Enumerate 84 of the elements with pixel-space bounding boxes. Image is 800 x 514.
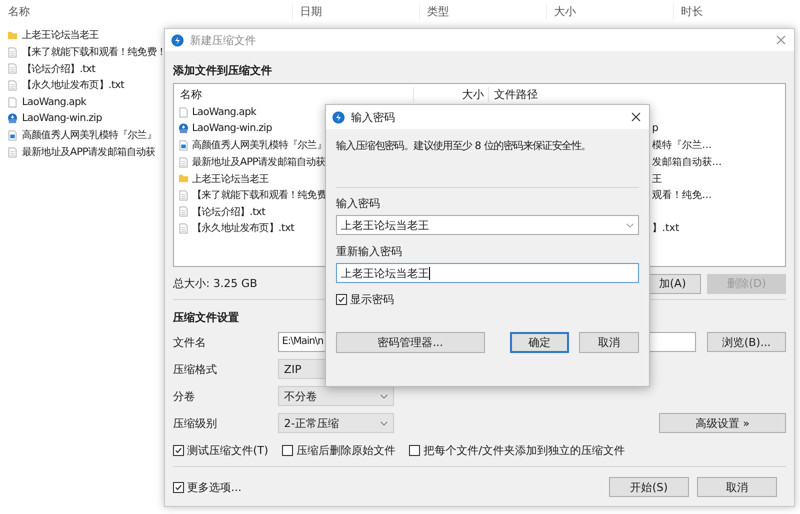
password-combobox[interactable]: 上老王论坛当老王 <box>336 215 639 235</box>
column-header[interactable]: 大小 <box>414 86 489 102</box>
archive-icon <box>7 113 18 124</box>
column-header[interactable]: 类型 <box>419 4 546 18</box>
chevron-down-icon <box>626 222 634 228</box>
file-path: 模特『尔兰... <box>652 140 712 152</box>
text-file-icon <box>7 80 18 91</box>
text-file-icon <box>178 206 189 218</box>
dialog-button[interactable]: 取消 <box>697 477 777 497</box>
dialog-button[interactable]: 开始(S) <box>609 477 689 497</box>
text-file-icon <box>7 146 18 158</box>
file-path: 】.txt <box>652 223 680 234</box>
dropdown[interactable]: 2-正常压缩 <box>278 413 394 433</box>
column-header[interactable]: 文件路径 <box>489 86 538 102</box>
text-file-icon <box>7 63 18 74</box>
message-text: 输入压缩包密码。建议使用至少 8 位的密码来保证安全性。 <box>336 139 592 154</box>
field-label: 压缩级别 <box>173 416 218 430</box>
window-title: 新建压缩文件 <box>190 32 257 48</box>
file-icon <box>178 106 189 118</box>
folder-icon <box>7 30 18 41</box>
file-icon <box>7 96 18 108</box>
dropdown[interactable]: 不分卷 <box>278 386 394 406</box>
text-file-icon <box>7 46 18 58</box>
file-name[interactable]: 高颜值秀人网美乳模特『尔兰』 <box>192 138 326 152</box>
checkbox[interactable] <box>173 482 184 492</box>
file-name[interactable]: 【来了就能下载和观看！纯免费！ <box>22 45 166 60</box>
column-header[interactable]: 时长 <box>673 4 800 18</box>
file-name[interactable]: 上老王论坛当老王 <box>22 28 99 42</box>
dialog-button[interactable]: 确定 <box>510 332 570 353</box>
app-icon <box>171 34 184 46</box>
text-file-icon <box>178 190 189 201</box>
file-name[interactable]: 【永久地址发布页】.txt <box>192 221 294 236</box>
dialog-button[interactable]: 密码管理器... <box>336 332 485 353</box>
app-icon <box>332 110 345 124</box>
column-header[interactable]: 名称 <box>0 4 292 18</box>
file-name[interactable]: 高颜值秀人网美乳模特『尔兰』 <box>22 128 156 142</box>
file-path: 观看！纯免... <box>652 190 712 202</box>
chevron-down-icon <box>380 394 388 398</box>
section-title: 添加文件到压缩文件 <box>173 63 273 79</box>
field-label: 压缩格式 <box>173 362 218 376</box>
chevron-down-icon <box>380 420 388 426</box>
image-file-icon <box>178 140 189 151</box>
checkbox[interactable] <box>173 444 184 456</box>
column-header[interactable]: 日期 <box>292 4 420 18</box>
file-name[interactable]: 【论坛介绍】.txt <box>192 204 266 219</box>
column-header[interactable]: 名称 <box>174 86 414 102</box>
file-name[interactable]: 【论坛介绍】.txt <box>22 62 96 76</box>
file-path: p <box>652 123 658 134</box>
checkbox-label[interactable]: 压缩后删除原始文件 <box>296 442 396 458</box>
text-file-icon <box>178 222 189 234</box>
text-file-icon <box>178 156 189 168</box>
checkbox-label[interactable]: 显示密码 <box>350 292 394 307</box>
file-path: 王 <box>652 174 662 185</box>
section-title: 压缩文件设置 <box>173 310 240 326</box>
file-name[interactable]: LaoWang-win.zip <box>192 123 272 134</box>
file-path: 发邮箱自动获... <box>652 157 722 168</box>
close-icon[interactable] <box>631 112 641 122</box>
file-name[interactable]: 【永久地址发布页】.txt <box>22 78 124 92</box>
file-name[interactable]: 上老王论坛当老王 <box>192 172 269 186</box>
file-name[interactable]: LaoWang.apk <box>192 106 256 118</box>
column-header[interactable]: 大小 <box>546 4 674 18</box>
checkbox-label[interactable]: 把每个文件/文件夹添加到独立的压缩文件 <box>423 442 626 458</box>
total-size: 总大小: 3.25 GB <box>173 276 258 291</box>
file-name[interactable]: 最新地址及APP请发邮箱自动获 <box>192 155 326 170</box>
field-label: 重新输入密码 <box>336 244 403 260</box>
checkbox[interactable] <box>282 444 294 456</box>
dialog-title: 输入密码 <box>351 110 396 124</box>
password-field[interactable]: 上老王论坛当老王 <box>336 263 639 283</box>
field-label: 输入密码 <box>336 196 381 212</box>
dialog-button[interactable]: 取消 <box>579 332 640 353</box>
checkbox[interactable] <box>409 444 420 456</box>
checkbox-label[interactable]: 测试压缩文件(T) <box>187 442 268 458</box>
archive-icon <box>178 123 189 134</box>
checkbox[interactable] <box>336 294 347 305</box>
field-label: 文件名 <box>173 334 207 350</box>
checkbox-label[interactable]: 更多选项... <box>187 480 242 494</box>
file-name[interactable]: LaoWang-win.zip <box>22 113 102 124</box>
browse-button[interactable]: 浏览(B)... <box>707 332 786 352</box>
file-name[interactable]: LaoWang.apk <box>22 96 86 108</box>
field-label: 分卷 <box>173 388 196 404</box>
advanced-settings-button[interactable]: 高级设置 » <box>659 413 786 433</box>
folder-icon <box>178 173 189 184</box>
file-name[interactable]: 最新地址及APP请发邮箱自动获 <box>22 145 156 160</box>
image-file-icon <box>7 130 18 141</box>
